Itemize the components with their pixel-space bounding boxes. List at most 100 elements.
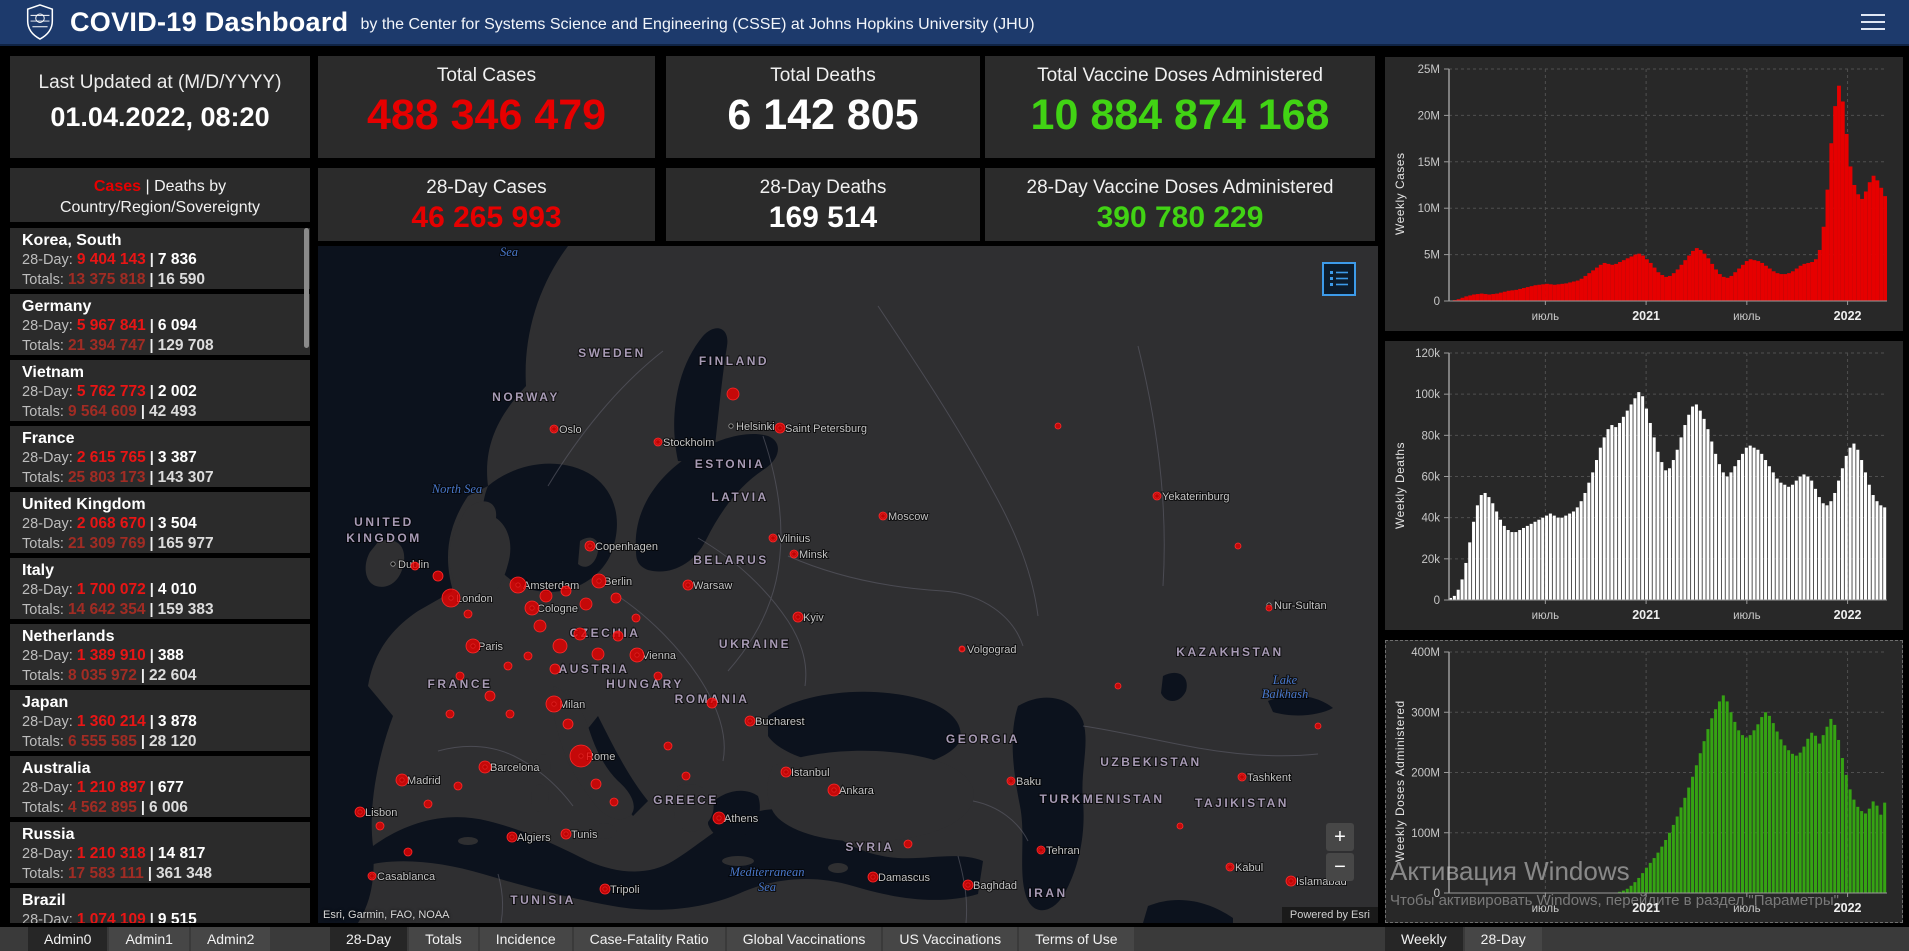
case-dot[interactable] bbox=[561, 586, 571, 596]
chart-svg[interactable]: 0100M200M300M400Mиюль2021июль2022 bbox=[1385, 640, 1903, 923]
case-dot[interactable] bbox=[540, 590, 552, 602]
case-dot[interactable] bbox=[485, 691, 495, 701]
powered-by-esri[interactable]: Powered by Esri bbox=[1282, 907, 1378, 923]
case-dot[interactable] bbox=[456, 672, 464, 680]
case-dot[interactable] bbox=[630, 648, 644, 662]
world-map[interactable]: SeaNorth SeaMediterraneanSeaLakeBalkhash… bbox=[318, 246, 1378, 923]
case-dot[interactable] bbox=[707, 698, 717, 708]
weekly-cases-chart[interactable]: Weekly Cases 05M10M15M20M25Mиюль2021июль… bbox=[1385, 57, 1903, 331]
country-row[interactable]: Russia28-Day: 1 210 318 | 14 817Totals: … bbox=[10, 822, 310, 883]
case-dot[interactable] bbox=[879, 512, 887, 520]
case-dot[interactable] bbox=[683, 580, 693, 590]
case-dot[interactable] bbox=[1007, 777, 1015, 785]
case-dot[interactable] bbox=[713, 812, 725, 824]
case-dot[interactable] bbox=[1266, 605, 1272, 611]
case-dot[interactable] bbox=[411, 562, 419, 570]
tab-global-vaccinations[interactable]: Global Vaccinations bbox=[727, 927, 882, 951]
case-dot[interactable] bbox=[464, 610, 472, 618]
case-dot[interactable] bbox=[592, 648, 604, 660]
case-dot[interactable] bbox=[745, 716, 755, 726]
case-dot[interactable] bbox=[769, 534, 777, 542]
case-dot[interactable] bbox=[506, 710, 514, 718]
country-row[interactable]: Japan28-Day: 1 360 214 | 3 878Totals: 6 … bbox=[10, 690, 310, 751]
case-dot[interactable] bbox=[433, 571, 443, 581]
case-dot[interactable] bbox=[442, 589, 460, 607]
tab-case-fatality-ratio[interactable]: Case-Fatality Ratio bbox=[574, 927, 725, 951]
case-dot[interactable] bbox=[959, 646, 965, 652]
case-dot[interactable] bbox=[510, 577, 526, 593]
case-dot[interactable] bbox=[654, 438, 662, 446]
case-dot[interactable] bbox=[580, 598, 592, 610]
hamburger-menu-icon[interactable] bbox=[1861, 9, 1885, 35]
tab-incidence[interactable]: Incidence bbox=[480, 927, 572, 951]
case-dot[interactable] bbox=[632, 614, 640, 622]
case-dot[interactable] bbox=[570, 745, 592, 767]
case-dot[interactable] bbox=[1177, 823, 1183, 829]
case-dot[interactable] bbox=[585, 541, 595, 551]
chart-svg[interactable]: 020k40k60k80k100k120kиюль2021июль2022 bbox=[1385, 341, 1903, 630]
tab-weekly[interactable]: Weekly bbox=[1385, 927, 1463, 951]
case-dot[interactable] bbox=[611, 593, 621, 603]
case-dot[interactable] bbox=[424, 800, 432, 808]
country-row[interactable]: France28-Day: 2 615 765 | 3 387Totals: 2… bbox=[10, 426, 310, 487]
case-dot[interactable] bbox=[828, 784, 840, 796]
country-row[interactable]: Germany28-Day: 5 967 841 | 6 094Totals: … bbox=[10, 294, 310, 355]
map-zoom-out-button[interactable]: − bbox=[1326, 853, 1354, 881]
case-dot[interactable] bbox=[610, 798, 618, 806]
case-dot[interactable] bbox=[563, 719, 573, 729]
case-dot[interactable] bbox=[793, 612, 803, 622]
country-row[interactable]: Italy28-Day: 1 700 072 | 4 010Totals: 14… bbox=[10, 558, 310, 619]
weekly-deaths-chart[interactable]: Weekly Deaths 020k40k60k80k100k120kиюль2… bbox=[1385, 341, 1903, 630]
tab-us-vaccinations[interactable]: US Vaccinations bbox=[883, 927, 1017, 951]
case-dot[interactable] bbox=[790, 550, 798, 558]
case-dot[interactable] bbox=[613, 631, 623, 641]
case-dot[interactable] bbox=[550, 664, 560, 674]
case-dot[interactable] bbox=[1238, 773, 1246, 781]
country-row[interactable]: Australia28-Day: 1 210 897 | 677Totals: … bbox=[10, 756, 310, 817]
case-dot[interactable] bbox=[963, 880, 973, 890]
case-dot[interactable] bbox=[479, 761, 491, 773]
case-dot[interactable] bbox=[1286, 876, 1296, 886]
case-dot[interactable] bbox=[1115, 683, 1121, 689]
case-dot[interactable] bbox=[682, 772, 690, 780]
tab-admin0[interactable]: Admin0 bbox=[28, 927, 107, 951]
country-row[interactable]: Netherlands28-Day: 1 389 910 | 388Totals… bbox=[10, 624, 310, 685]
case-dot[interactable] bbox=[524, 652, 532, 660]
case-dot[interactable] bbox=[376, 822, 384, 830]
case-dot[interactable] bbox=[1037, 846, 1045, 854]
case-dot[interactable] bbox=[1055, 423, 1061, 429]
case-dot[interactable] bbox=[525, 601, 539, 615]
weekly-doses-chart[interactable]: Weekly Doses Administered 0100M200M300M4… bbox=[1385, 640, 1903, 923]
case-dot[interactable] bbox=[1153, 492, 1161, 500]
case-dot[interactable] bbox=[404, 848, 412, 856]
case-dot[interactable] bbox=[781, 767, 791, 777]
case-dot[interactable] bbox=[504, 662, 512, 670]
tab-admin1[interactable]: Admin1 bbox=[109, 927, 188, 951]
tab-28-day[interactable]: 28-Day bbox=[1465, 927, 1542, 951]
case-dot[interactable] bbox=[1315, 723, 1321, 729]
case-dot[interactable] bbox=[546, 696, 562, 712]
case-dot[interactable] bbox=[868, 872, 878, 882]
case-dot[interactable] bbox=[775, 423, 785, 433]
tab-terms-of-use[interactable]: Terms of Use bbox=[1019, 927, 1133, 951]
case-dot[interactable] bbox=[1235, 543, 1241, 549]
country-row[interactable]: Vietnam28-Day: 5 762 773 | 2 002Totals: … bbox=[10, 360, 310, 421]
case-dot[interactable] bbox=[368, 872, 376, 880]
country-row[interactable]: United Kingdom28-Day: 2 068 670 | 3 504T… bbox=[10, 492, 310, 553]
case-dot[interactable] bbox=[550, 425, 558, 433]
case-dot[interactable] bbox=[664, 742, 672, 750]
case-dot[interactable] bbox=[466, 639, 480, 653]
case-dot[interactable] bbox=[396, 774, 408, 786]
case-dot[interactable] bbox=[454, 782, 462, 790]
case-dot[interactable] bbox=[600, 884, 610, 894]
country-row[interactable]: Brazil28-Day: 1 074 109 | 9 515Totals: bbox=[10, 888, 310, 923]
case-dot[interactable] bbox=[727, 388, 739, 400]
list-scrollbar[interactable] bbox=[304, 228, 309, 348]
map-legend-button[interactable] bbox=[1322, 262, 1356, 296]
tab-28-day[interactable]: 28-Day bbox=[330, 927, 407, 951]
case-dot[interactable] bbox=[553, 639, 567, 653]
case-dot[interactable] bbox=[1226, 863, 1234, 871]
case-dot[interactable] bbox=[355, 807, 365, 817]
case-dot[interactable] bbox=[507, 832, 517, 842]
chart-svg[interactable]: 05M10M15M20M25Mиюль2021июль2022 bbox=[1385, 57, 1903, 331]
